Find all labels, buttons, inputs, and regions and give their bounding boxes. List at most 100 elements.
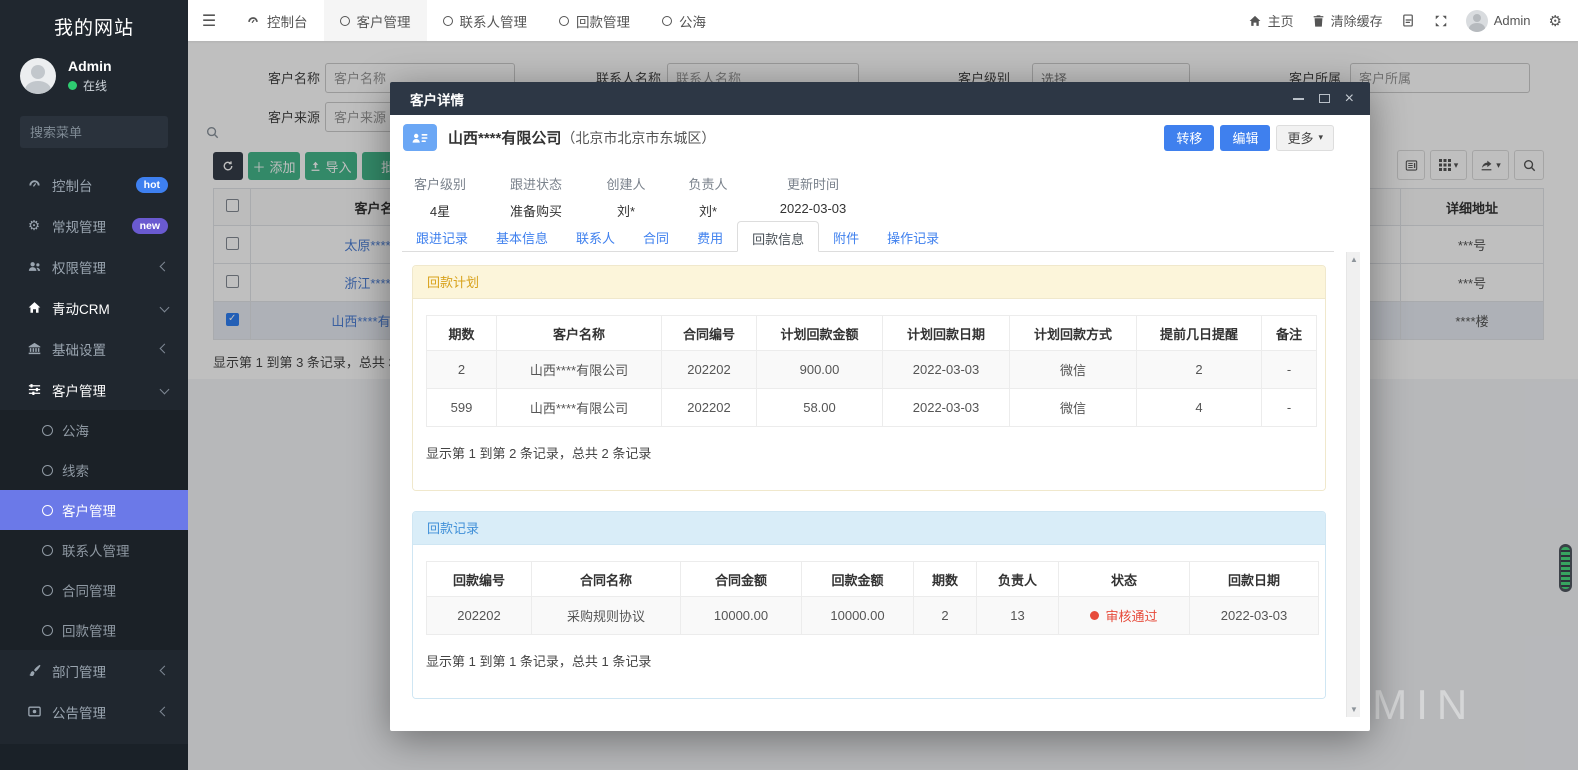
tab-follow-records[interactable]: 跟进记录 <box>402 221 482 251</box>
site-title: 我的网站 <box>0 0 188 50</box>
brush-icon <box>25 663 43 678</box>
tab-customers[interactable]: 客户管理 <box>324 0 427 41</box>
sidebar-item-dashboard[interactable]: 控制台 hot <box>0 164 188 205</box>
minimize-icon[interactable] <box>1293 98 1304 100</box>
circle-icon <box>340 16 350 26</box>
sidebar-item-announcements[interactable]: 公告管理 <box>0 691 188 732</box>
info-value: 刘* <box>594 201 658 220</box>
info-value: 4星 <box>402 201 478 220</box>
record-panel-title: 回款记录 <box>413 512 1325 545</box>
chevron-left-icon <box>160 666 170 676</box>
sidebar-item-departments[interactable]: 部门管理 <box>0 650 188 691</box>
home-button[interactable]: 主页 <box>1248 11 1294 30</box>
info-value: 准备购买 <box>496 201 576 220</box>
dialog-scrollbar[interactable]: ▲ ▼ <box>1346 252 1360 717</box>
trash-icon <box>1312 14 1325 28</box>
gauge-icon <box>25 177 43 192</box>
plan-table-row[interactable]: 2 山西****有限公司 202202 900.00 2022-03-03 微信… <box>427 351 1317 389</box>
tab-contracts[interactable]: 合同 <box>629 221 683 251</box>
sidebar-item-leads[interactable]: 线索 <box>0 450 188 490</box>
online-dot-icon <box>68 81 77 90</box>
home-icon <box>25 300 43 315</box>
dialog-header[interactable]: 客户详情 × <box>390 82 1370 115</box>
menu-search-input[interactable] <box>30 125 206 140</box>
topbar: ☰ 控制台 客户管理 联系人管理 回款管理 公海 主页 <box>188 0 1578 41</box>
circle-icon <box>42 425 53 436</box>
sidebar-item-contacts[interactable]: 联系人管理 <box>0 530 188 570</box>
sidebar-item-auth[interactable]: 权限管理 <box>0 246 188 287</box>
tab-content-scroll: 回款计划 期数 客户名称 合同编号 计划回款金额 计划回款日期 计划回款方式 <box>390 252 1346 717</box>
plan-table-header: 期数 客户名称 合同编号 计划回款金额 计划回款日期 计划回款方式 提前几日提醒… <box>427 316 1317 351</box>
user-avatar <box>20 58 56 94</box>
info-label: 创建人 <box>594 174 658 193</box>
plan-panel: 回款计划 期数 客户名称 合同编号 计划回款金额 计划回款日期 计划回款方式 <box>412 265 1326 491</box>
sidebar-item-general[interactable]: ⚙ 常规管理 new <box>0 205 188 246</box>
circle-icon <box>42 585 53 596</box>
sidebar-item-crm[interactable]: 青动CRM <box>0 287 188 328</box>
plan-panel-title: 回款计划 <box>413 266 1325 299</box>
tab-attachments[interactable]: 附件 <box>819 221 873 251</box>
menu-search[interactable] <box>20 116 168 148</box>
tab-operation-log[interactable]: 操作记录 <box>873 221 953 251</box>
circle-icon <box>42 505 53 516</box>
tab-dashboard[interactable]: 控制台 <box>230 0 324 41</box>
board-icon <box>25 704 43 719</box>
sidebar-item-base-settings[interactable]: 基础设置 <box>0 328 188 369</box>
record-table-header: 回款编号 合同名称 合同金额 回款金额 期数 负责人 状态 回款日期 <box>427 562 1319 597</box>
plan-table-row[interactable]: 599 山西****有限公司 202202 58.00 2022-03-03 微… <box>427 389 1317 427</box>
sidebar-item-customer-mgmt[interactable]: 客户管理 <box>0 369 188 410</box>
tab-basic-info[interactable]: 基本信息 <box>482 221 562 251</box>
tab-receivable-info[interactable]: 回款信息 <box>737 221 819 252</box>
edit-button[interactable]: 编辑 <box>1220 125 1270 151</box>
app-window: 我的网站 Admin 在线 控制台 hot ⚙ 常规管理 new 权限管理 <box>0 0 1578 770</box>
scroll-up-icon[interactable]: ▲ <box>1347 255 1361 264</box>
caret-down-icon: ▾ <box>1318 132 1323 143</box>
customer-header: 山西****有限公司 （北京市北京市东城区） 转移 编辑 更多▾ <box>403 124 1334 151</box>
record-table-row[interactable]: 202202 采购规则协议 10000.00 10000.00 2 13 审核通… <box>427 597 1319 635</box>
scroll-down-icon[interactable]: ▼ <box>1347 705 1361 714</box>
sliders-icon <box>25 382 43 397</box>
sidebar-item-contracts[interactable]: 合同管理 <box>0 570 188 610</box>
hot-badge: hot <box>136 177 168 193</box>
sidebar-item-receivables[interactable]: 回款管理 <box>0 610 188 650</box>
hamburger-menu-icon[interactable]: ☰ <box>188 0 230 41</box>
tab-contacts[interactable]: 联系人管理 <box>427 0 544 41</box>
info-label: 跟进状态 <box>496 174 576 193</box>
sidebar-item-customers[interactable]: 客户管理 <box>0 490 188 530</box>
info-label: 客户级别 <box>402 174 478 193</box>
fullscreen-icon[interactable] <box>1434 14 1448 28</box>
record-table: 回款编号 合同名称 合同金额 回款金额 期数 负责人 状态 回款日期 <box>426 561 1319 635</box>
tab-receivables[interactable]: 回款管理 <box>543 0 646 41</box>
customer-name: 山西****有限公司 <box>448 127 561 148</box>
circle-icon <box>443 16 453 26</box>
tab-contacts[interactable]: 联系人 <box>562 221 629 251</box>
refresh-page-icon[interactable] <box>1401 13 1416 28</box>
clear-cache-button[interactable]: 清除缓存 <box>1312 11 1383 30</box>
info-value: 2022-03-03 <box>758 201 868 216</box>
user-panel[interactable]: Admin 在线 <box>0 50 188 104</box>
circle-icon <box>662 16 672 26</box>
page-scrollbar-thumb[interactable] <box>1559 544 1572 592</box>
tab-public-sea[interactable]: 公海 <box>646 0 722 41</box>
more-button[interactable]: 更多▾ <box>1276 125 1334 151</box>
gears-icon: ⚙ <box>25 218 43 234</box>
settings-gear-icon[interactable]: ⚙ <box>1549 12 1562 30</box>
tab-expenses[interactable]: 费用 <box>683 221 737 251</box>
customer-region: （北京市北京市东城区） <box>561 128 715 148</box>
sidebar-item-public-sea[interactable]: 公海 <box>0 410 188 450</box>
transfer-button[interactable]: 转移 <box>1164 125 1214 151</box>
plan-table: 期数 客户名称 合同编号 计划回款金额 计划回款日期 计划回款方式 提前几日提醒… <box>426 315 1317 427</box>
avatar <box>1466 10 1488 32</box>
user-status: 在线 <box>68 77 112 94</box>
maximize-icon[interactable] <box>1319 94 1330 103</box>
sidebar: 我的网站 Admin 在线 控制台 hot ⚙ 常规管理 new 权限管理 <box>0 0 188 770</box>
detail-tabs: 跟进记录 基本信息 联系人 合同 费用 回款信息 附件 操作记录 <box>402 221 1334 252</box>
user-menu[interactable]: Admin <box>1466 10 1531 32</box>
chevron-left-icon <box>160 344 170 354</box>
close-icon[interactable]: × <box>1345 91 1354 107</box>
record-panel: 回款记录 回款编号 合同名称 合同金额 回款金额 期数 负责人 <box>412 511 1326 699</box>
user-name: Admin <box>68 58 112 74</box>
status-dot-icon <box>1090 611 1099 620</box>
plan-record-count: 显示第 1 到第 2 条记录，总共 2 条记录 <box>426 443 1312 462</box>
chevron-down-icon <box>160 385 170 395</box>
